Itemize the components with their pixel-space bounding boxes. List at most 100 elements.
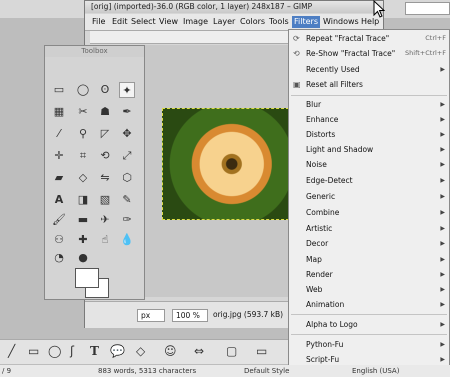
menu-item-animation[interactable]: Animation ▶ xyxy=(289,297,449,312)
menu-item-label: Enhance xyxy=(306,115,339,124)
foreground-color-swatch[interactable] xyxy=(75,268,99,288)
drawing-toolbar: ╱ ▭ ◯ ʃ T 💬 ◇ ☺ ⇔ ▢ ▭ xyxy=(0,339,288,364)
color-picker-tool[interactable]: ⁄ xyxy=(51,126,67,142)
menu-tools[interactable]: Tools xyxy=(267,16,291,28)
menu-item-generic[interactable]: Generic ▶ xyxy=(289,189,449,204)
submenu-arrow-icon: ▶ xyxy=(440,193,445,200)
callouts-icon[interactable]: ▭ xyxy=(256,344,267,358)
align-tool[interactable]: ✛ xyxy=(51,148,67,164)
menu-colors[interactable]: Colors xyxy=(238,16,267,28)
ellipse-icon[interactable]: ◯ xyxy=(48,344,61,358)
ink-tool[interactable]: ✑ xyxy=(119,212,135,228)
default-colors-icon[interactable]: ● xyxy=(75,250,91,266)
menu-windows[interactable]: Windows xyxy=(321,16,361,28)
submenu-arrow-icon: ▶ xyxy=(440,225,445,232)
crop-tool[interactable]: ⌗ xyxy=(75,148,91,164)
repeat-icon: ⟳ xyxy=(293,34,300,43)
submenu-arrow-icon: ▶ xyxy=(440,66,445,73)
blend-tool[interactable]: ▧ xyxy=(97,192,113,208)
menu-item-map[interactable]: Map ▶ xyxy=(289,252,449,267)
scale-tool[interactable]: ⤢ xyxy=(119,148,135,164)
fuzzy-select-tool[interactable]: ✦ xyxy=(119,82,135,98)
menu-item-label: Blur xyxy=(306,100,322,109)
menu-item-combine[interactable]: Combine ▶ xyxy=(289,205,449,220)
dodge-tool[interactable]: ◔ xyxy=(51,250,67,266)
measure-tool[interactable]: ◸ xyxy=(97,126,113,142)
menu-item-reset-filters[interactable]: ▣ Reset all Filters xyxy=(289,77,449,92)
foreground-select-tool[interactable]: ☗ xyxy=(97,104,113,120)
rectangle-icon[interactable]: ▭ xyxy=(28,344,39,358)
submenu-arrow-icon: ▶ xyxy=(440,256,445,263)
symbol-shapes-icon[interactable]: ☺ xyxy=(164,344,177,358)
submenu-arrow-icon: ▶ xyxy=(440,271,445,278)
freeform-icon[interactable]: ʃ xyxy=(70,344,74,358)
cage-tool[interactable]: ⬡ xyxy=(119,170,135,186)
submenu-arrow-icon: ▶ xyxy=(440,321,445,328)
menu-item-artistic[interactable]: Artistic ▶ xyxy=(289,221,449,236)
text-icon[interactable]: T xyxy=(90,344,99,358)
menu-item-python-fu[interactable]: Python-Fu ▶ xyxy=(289,337,449,352)
basic-shapes-icon[interactable]: ◇ xyxy=(136,344,145,358)
toolbox-window[interactable]: Toolbox ▭ ◯ ʘ ✦ ▦ ✂ ☗ ✒ ⁄ ⚲ ◸ ✥ ✛ ⌗ ⟲ ⤢ … xyxy=(44,45,145,300)
airbrush-tool[interactable]: ✈ xyxy=(97,212,113,228)
menu-image[interactable]: Image xyxy=(181,16,210,28)
move-tool[interactable]: ✥ xyxy=(119,126,135,142)
menu-item-distorts[interactable]: Distorts ▶ xyxy=(289,127,449,142)
flower-image[interactable] xyxy=(162,108,289,220)
menu-item-render[interactable]: Render ▶ xyxy=(289,267,449,282)
text-tool[interactable]: A xyxy=(51,192,67,208)
scissors-tool[interactable]: ✂ xyxy=(75,104,91,120)
menu-select[interactable]: Select xyxy=(129,16,158,28)
submenu-arrow-icon: ▶ xyxy=(440,209,445,216)
menu-item-blur[interactable]: Blur ▶ xyxy=(289,97,449,112)
paintbrush-tool[interactable]: 🖌 xyxy=(51,212,67,228)
flowchart-icon[interactable]: ▢ xyxy=(226,344,237,358)
menu-item-edge-detect[interactable]: Edge-Detect ▶ xyxy=(289,173,449,188)
heal-tool[interactable]: ✚ xyxy=(75,232,91,248)
menu-view[interactable]: View xyxy=(157,16,180,28)
menu-file[interactable]: File xyxy=(90,16,107,28)
flip-tool[interactable]: ⇋ xyxy=(97,170,113,186)
background-ruler xyxy=(405,2,450,15)
blur-tool[interactable]: 💧 xyxy=(119,232,135,248)
callout-icon[interactable]: 💬 xyxy=(110,344,125,358)
zoom-select[interactable]: 100 % xyxy=(172,309,208,322)
menu-item-repeat[interactable]: ⟳ Repeat "Fractal Trace" Ctrl+F xyxy=(289,31,449,46)
ellipse-select-tool[interactable]: ◯ xyxy=(75,82,91,98)
menu-item-label: Map xyxy=(306,255,322,264)
reset-icon: ▣ xyxy=(293,80,301,89)
paths-tool[interactable]: ✒ xyxy=(119,104,135,120)
menu-item-web[interactable]: Web ▶ xyxy=(289,282,449,297)
menu-item-label: Generic xyxy=(306,192,336,201)
unit-select[interactable]: px xyxy=(137,309,165,322)
menu-item-noise[interactable]: Noise ▶ xyxy=(289,157,449,172)
menu-item-reshow[interactable]: ⟲ Re-Show "Fractal Trace" Shift+Ctrl+F xyxy=(289,46,449,61)
shear-tool[interactable]: ▰ xyxy=(51,170,67,186)
rotate-tool[interactable]: ⟲ xyxy=(97,148,113,164)
menu-item-label: Decor xyxy=(306,239,329,248)
line-icon[interactable]: ╱ xyxy=(8,344,15,358)
zoom-tool[interactable]: ⚲ xyxy=(75,126,91,142)
bucket-fill-tool[interactable]: ◨ xyxy=(75,192,91,208)
lasso-tool[interactable]: ʘ xyxy=(97,82,113,98)
menu-item-decor[interactable]: Decor ▶ xyxy=(289,236,449,251)
rect-select-tool[interactable]: ▭ xyxy=(51,82,67,98)
menu-item-label: Render xyxy=(306,270,333,279)
menu-item-label: Web xyxy=(306,285,323,294)
menu-filters[interactable]: Filters xyxy=(292,16,320,28)
menu-item-light-shadow[interactable]: Light and Shadow ▶ xyxy=(289,142,449,157)
eraser-tool[interactable]: ▬ xyxy=(75,212,91,228)
clone-tool[interactable]: ⚇ xyxy=(51,232,67,248)
select-by-color-tool[interactable]: ▦ xyxy=(51,104,67,120)
menu-item-alpha-to-logo[interactable]: Alpha to Logo ▶ xyxy=(289,317,449,332)
perspective-tool[interactable]: ◇ xyxy=(75,170,91,186)
smudge-tool[interactable]: ☝ xyxy=(97,232,113,248)
block-arrows-icon[interactable]: ⇔ xyxy=(194,344,204,358)
menu-item-recently-used[interactable]: Recently Used ▶ xyxy=(289,62,449,77)
menu-layer[interactable]: Layer xyxy=(211,16,237,28)
menu-edit[interactable]: Edit xyxy=(110,16,130,28)
pencil-tool[interactable]: ✎ xyxy=(119,192,135,208)
page-count: / 9 xyxy=(2,367,12,375)
menu-item-label: Distorts xyxy=(306,130,336,139)
menu-item-enhance[interactable]: Enhance ▶ xyxy=(289,112,449,127)
